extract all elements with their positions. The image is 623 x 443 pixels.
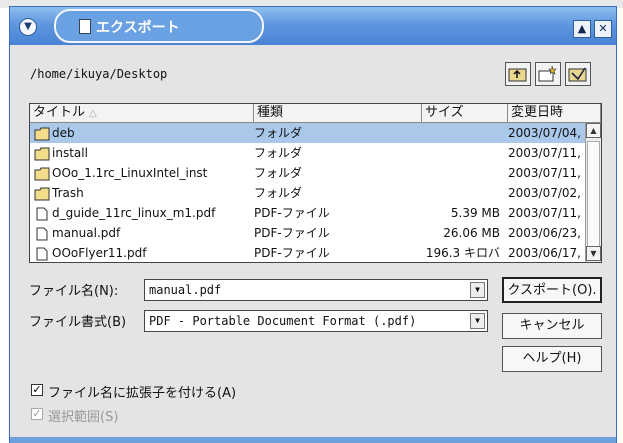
column-header-type[interactable]: 種類 [254, 104, 422, 123]
cell-date: 2003/07/11, [508, 206, 581, 220]
list-item[interactable]: manual.pdf PDF-ファイル 26.06 MB 2003/06/23, [30, 223, 585, 243]
cancel-button[interactable]: キャンセル [502, 313, 602, 339]
scroll-down-button[interactable]: ▼ [586, 246, 601, 261]
close-button[interactable]: ✕ [594, 20, 612, 38]
dropdown-arrow-icon[interactable]: ▼ [470, 313, 485, 329]
file-icon [36, 227, 48, 241]
cell-date: 2003/07/11, [508, 146, 581, 160]
list-item[interactable]: install フォルダ 2003/07/11, [30, 143, 585, 163]
title-tab: エクスポート [54, 9, 264, 43]
up-folder-button[interactable] [505, 62, 531, 86]
cell-type: フォルダ [254, 186, 303, 200]
folder-check-icon [568, 67, 587, 82]
scroll-thumb[interactable] [587, 141, 600, 247]
filename-label: ファイル名(N): [29, 284, 119, 299]
export-button[interactable]: クスポート(O). [502, 277, 602, 303]
column-header-size[interactable]: サイズ [422, 104, 508, 123]
file-list[interactable]: タイトル △ 種類 サイズ 変更日時 deb フォルダ 2003/07/04, ins… [29, 103, 602, 263]
list-item[interactable]: deb フォルダ 2003/07/04, [30, 123, 585, 143]
checkmark-icon: ✓ [32, 407, 42, 420]
bottom-frame [10, 437, 616, 443]
cell-type: フォルダ [254, 126, 303, 140]
folder-icon [34, 127, 50, 141]
filename-combobox[interactable]: manual.pdf ▼ [144, 279, 488, 301]
cell-name: Trash [52, 186, 84, 200]
scroll-up-button[interactable]: ▲ [586, 123, 601, 138]
arrow-up-icon: ▲ [590, 126, 597, 135]
filename-value: manual.pdf [149, 283, 222, 297]
window-title: エクスポート [96, 20, 180, 36]
document-icon [79, 19, 91, 34]
cell-type: PDF-ファイル [254, 246, 330, 260]
column-header-date[interactable]: 変更日時 [508, 104, 601, 123]
arrow-down-icon: ▼ [590, 249, 597, 258]
cell-name: manual.pdf [52, 226, 121, 240]
file-icon [36, 247, 48, 261]
file-icon [36, 207, 48, 221]
help-button[interactable]: ヘルプ(H) [502, 346, 602, 372]
close-icon: ✕ [598, 22, 608, 35]
selection-checkbox[interactable]: ✓ [31, 408, 43, 420]
list-item[interactable]: OOoFlyer11.pdf PDF-ファイル 196.3 キロバ 2003/06/1… [30, 243, 585, 262]
folder-icon [34, 187, 50, 201]
selection-label: 選択範囲(S) [48, 410, 119, 425]
list-item[interactable]: Trash フォルダ 2003/07/02, [30, 183, 585, 203]
folder-icon [34, 167, 50, 181]
cell-type: PDF-ファイル [254, 226, 330, 240]
folder-icon [34, 147, 50, 161]
filetype-label: ファイル書式(B) [29, 315, 127, 330]
extension-checkbox[interactable]: ✓ [31, 384, 43, 396]
cell-size: 5.39 MB [450, 206, 500, 220]
new-folder-icon [538, 65, 557, 82]
current-path: /home/ikuya/Desktop [30, 67, 168, 81]
cell-name: deb [52, 126, 75, 140]
cell-size: 196.3 キロバ [425, 246, 500, 260]
default-folder-button[interactable] [565, 62, 591, 86]
cell-date: 2003/07/02, [508, 186, 581, 200]
cell-date: 2003/07/11, [508, 166, 581, 180]
maximize-icon: ▲ [577, 22, 587, 35]
cell-name: OOoFlyer11.pdf [52, 246, 147, 260]
vertical-scrollbar[interactable]: ▲ ▼ [585, 123, 601, 262]
cell-name: OOo_1.1rc_LinuxIntel_inst [52, 166, 208, 180]
cell-type: フォルダ [254, 166, 303, 180]
maximize-button[interactable]: ▲ [573, 20, 591, 38]
sort-ascending-icon: △ [89, 108, 97, 119]
cell-name: d_guide_11rc_linux_m1.pdf [52, 206, 216, 220]
cell-type: PDF-ファイル [254, 206, 330, 220]
dropdown-arrow-icon[interactable]: ▼ [470, 282, 485, 298]
filetype-value: PDF - Portable Document Format (.pdf) [149, 314, 417, 328]
cell-date: 2003/06/23, [508, 226, 581, 240]
filetype-select[interactable]: PDF - Portable Document Format (.pdf) ▼ [144, 310, 488, 332]
checkmark-icon: ✓ [32, 383, 42, 396]
column-header-title[interactable]: タイトル △ [30, 104, 254, 123]
cell-name: install [52, 146, 88, 160]
new-folder-button[interactable] [535, 62, 561, 86]
export-dialog: ▼ エクスポート ▲ ✕ /home/ikuya/Desktop タイトル △ … [9, 6, 617, 443]
chevron-down-icon: ▼ [24, 21, 32, 32]
folder-up-icon [508, 68, 527, 82]
extension-label: ファイル名に拡張子を付ける(A) [48, 386, 237, 401]
cell-size: 26.06 MB [443, 226, 500, 240]
list-item[interactable]: d_guide_11rc_linux_m1.pdf PDF-ファイル 5.39 MB… [30, 203, 585, 223]
cell-date: 2003/07/04, [508, 126, 581, 140]
cell-date: 2003/06/17, [508, 246, 581, 260]
list-item[interactable]: OOo_1.1rc_LinuxIntel_inst フォルダ 2003/07/11, [30, 163, 585, 183]
title-bar[interactable]: ▼ エクスポート ▲ ✕ [10, 7, 616, 45]
window-menu-button[interactable]: ▼ [19, 18, 37, 36]
cell-type: フォルダ [254, 146, 303, 160]
